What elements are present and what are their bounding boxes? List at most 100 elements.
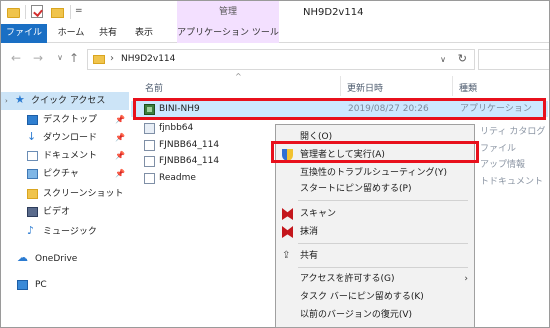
config-icon (144, 123, 155, 134)
sidebar-item-label: PC (35, 280, 47, 290)
music-icon: ♪ (27, 224, 35, 237)
menu-separator (298, 200, 468, 201)
menu-separator (298, 243, 468, 244)
menu-item-pin-to-taskbar[interactable]: タスク バーにピン留めする(K) (276, 288, 474, 306)
sidebar-item-label: クイック アクセス (31, 96, 106, 106)
sidebar-item-label: スクリーンショット (43, 189, 124, 199)
refresh-icon[interactable]: ↻ (458, 52, 467, 65)
sidebar-item-downloads[interactable]: ↓ ダウンロード 📌 (1, 129, 129, 147)
desktop-icon (27, 115, 38, 125)
sidebar-item-quick-access[interactable]: › ★ クイック アクセス (1, 92, 129, 110)
sidebar-item-pc[interactable]: PC (1, 276, 129, 294)
sidebar-item-label: ダウンロード (43, 133, 98, 143)
document-icon (27, 151, 38, 161)
column-header-type[interactable]: 種類 (459, 81, 477, 94)
file-type-partial: ファイル (480, 144, 517, 154)
folder-icon (93, 55, 105, 64)
menu-item-share[interactable]: ⇪ 共有 (276, 247, 474, 265)
file-name: FJNBB64_114 (159, 140, 220, 150)
file-name: fjnbb64 (159, 123, 194, 133)
customize-quick-access-dropdown[interactable]: = (75, 6, 83, 20)
submenu-arrow-icon: › (464, 274, 468, 284)
tab-application-tools[interactable]: アプリケーション ツール (177, 24, 279, 43)
column-divider[interactable] (452, 76, 453, 96)
tab-home[interactable]: ホーム (53, 24, 89, 43)
menu-item-label: スキャン (300, 209, 337, 219)
file-highlight-box (133, 98, 546, 120)
menu-item-scan[interactable]: スキャン (276, 205, 474, 223)
cloud-icon: ☁ (17, 251, 28, 264)
folder-icon (27, 189, 38, 199)
sidebar-item-label: OneDrive (35, 254, 78, 264)
navigation-bar: ← → ∨ ↑ › NH9D2v114 ∨ ↻ (1, 44, 549, 74)
menu-item-label: アクセスを許可する(G) (300, 274, 395, 284)
star-icon: ★ (15, 93, 25, 106)
address-path[interactable]: NH9D2v114 (121, 54, 175, 64)
sidebar-item-label: ミュージック (43, 227, 97, 237)
sidebar-item-desktop[interactable]: デスクトップ 📌 (1, 111, 129, 129)
share-icon: ⇪ (282, 250, 291, 261)
menu-item-label: 共有 (300, 251, 319, 261)
video-icon (27, 207, 38, 217)
document-icon (144, 156, 155, 167)
menu-item-pin-to-start[interactable]: スタートにピン留めする(P) (276, 180, 474, 198)
navigation-pane: › ★ クイック アクセス デスクトップ 📌 ↓ ダウンロード 📌 ドキュメント… (1, 74, 129, 327)
pin-icon: 📌 (115, 115, 125, 124)
search-input[interactable] (478, 49, 549, 70)
properties-check-icon[interactable] (31, 5, 43, 18)
tab-file[interactable]: ファイル (1, 24, 47, 43)
pin-icon: 📌 (115, 133, 125, 142)
file-type-partial: トドキュメント (480, 177, 544, 187)
recent-locations-chevron-icon[interactable]: ∨ (53, 53, 67, 62)
menu-item-label: タスク バーにピン留めする(K) (300, 292, 424, 302)
back-arrow-icon[interactable]: ← (9, 51, 23, 65)
forward-arrow-icon[interactable]: → (31, 51, 45, 65)
column-header-date[interactable]: 更新日時 (347, 81, 383, 94)
sidebar-item-pictures[interactable]: ピクチャ 📌 (1, 165, 129, 183)
sidebar-item-screenshots[interactable]: スクリーンショット (1, 185, 129, 203)
up-arrow-icon[interactable]: ↑ (67, 51, 81, 65)
document-icon (144, 173, 155, 184)
expand-caret-icon[interactable]: › (5, 92, 8, 110)
pin-icon: 📌 (115, 151, 125, 160)
menu-item-give-access[interactable]: アクセスを許可する(G) › (276, 270, 474, 288)
mcafee-icon (282, 208, 293, 220)
toolbar-divider (25, 5, 26, 19)
column-header-name[interactable]: 名前 (145, 81, 163, 94)
title-bar: = 管理 NH9D2v114 (1, 1, 549, 24)
sidebar-item-label: ピクチャ (43, 169, 79, 179)
menu-separator (298, 267, 468, 268)
pictures-icon (27, 169, 38, 179)
file-name: Readme (159, 173, 196, 183)
file-type-partial: アップ情報 (480, 160, 526, 170)
sort-caret-icon: ^ (235, 72, 242, 81)
path-chevron-icon[interactable]: › (110, 53, 114, 64)
pc-icon (17, 280, 28, 290)
column-divider[interactable] (340, 76, 341, 96)
tab-share[interactable]: 共有 (93, 24, 123, 43)
menu-item-restore-previous-versions[interactable]: 以前のバージョンの復元(V) (276, 306, 474, 324)
address-bar[interactable]: › NH9D2v114 ∨ ↻ (87, 49, 475, 70)
menu-item-label: 以前のバージョンの復元(V) (300, 310, 412, 320)
menu-highlight-box (271, 141, 479, 163)
sidebar-item-label: ビデオ (43, 207, 71, 217)
pin-icon: 📌 (115, 169, 125, 178)
sidebar-item-onedrive[interactable]: ☁ OneDrive (1, 250, 129, 268)
mcafee-icon (282, 226, 293, 238)
file-type-partial: リティ カタログ (480, 127, 546, 137)
sidebar-item-label: デスクトップ (43, 115, 98, 125)
new-folder-icon[interactable] (51, 8, 64, 18)
ribbon-tabs: ファイル ホーム 共有 表示 アプリケーション ツール (1, 24, 549, 43)
sidebar-item-music[interactable]: ♪ ミュージック (1, 223, 129, 241)
sidebar-item-documents[interactable]: ドキュメント 📌 (1, 147, 129, 165)
download-icon: ↓ (27, 130, 37, 143)
window-title: NH9D2v114 (303, 7, 364, 18)
folder-icon[interactable] (7, 8, 20, 18)
menu-item-label: スタートにピン留めする(P) (300, 184, 412, 194)
sidebar-item-videos[interactable]: ビデオ (1, 203, 129, 221)
address-dropdown-icon[interactable]: ∨ (440, 55, 446, 64)
manage-context-tab[interactable]: 管理 (177, 1, 279, 24)
tab-view[interactable]: 表示 (129, 24, 159, 43)
menu-item-shred[interactable]: 抹消 (276, 223, 474, 241)
file-name: FJNBB64_114 (159, 156, 220, 166)
